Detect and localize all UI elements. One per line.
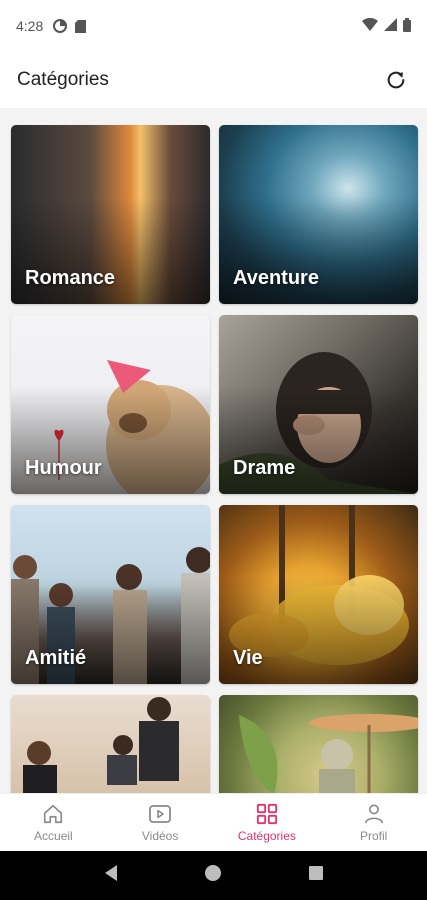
data-saver-icon — [53, 19, 68, 33]
status-time: 4:28 — [16, 18, 44, 34]
nav-item-accueil[interactable]: Accueil — [0, 794, 107, 851]
category-label: Humour — [25, 457, 102, 479]
sd-card-icon — [75, 19, 87, 33]
category-card-drame[interactable]: Drame — [219, 315, 418, 494]
family-illustration — [23, 697, 179, 793]
category-label: Amitié — [25, 647, 87, 669]
nav-item-categories[interactable]: Catégories — [214, 794, 321, 851]
category-card-vie[interactable]: Vie — [219, 505, 418, 684]
page-title: Catégories — [17, 69, 109, 90]
wifi-icon — [362, 17, 378, 34]
back-triangle-icon — [104, 865, 117, 881]
video-icon — [148, 802, 172, 826]
category-label: Romance — [25, 267, 116, 289]
fantasy-creature-illustration — [239, 714, 418, 793]
home-icon — [41, 802, 65, 826]
battery-icon — [403, 17, 411, 35]
bottom-navigation: Accueil Vidéos Catégories Profil — [0, 793, 427, 851]
category-card-romance[interactable]: Romance — [11, 125, 210, 304]
system-navigation-bar — [0, 851, 427, 900]
nav-item-label: Profil — [359, 829, 388, 843]
back-button[interactable] — [103, 864, 119, 887]
signal-icon — [384, 18, 397, 34]
person-icon — [362, 802, 386, 826]
nav-item-videos[interactable]: Vidéos — [107, 794, 214, 851]
recents-square-icon — [309, 866, 324, 880]
grid-icon — [255, 802, 279, 826]
category-label: Drame — [233, 457, 296, 479]
nav-item-profil[interactable]: Profil — [320, 794, 427, 851]
nav-item-label: Vidéos — [141, 829, 179, 843]
status-bar: 4:28 — [0, 0, 427, 52]
status-indicators — [362, 17, 411, 35]
category-card-amitie[interactable]: Amitié — [11, 505, 210, 684]
home-button[interactable] — [204, 864, 222, 887]
category-card-humour[interactable]: Humour — [11, 315, 210, 494]
category-label: Vie — [233, 647, 263, 669]
nav-item-label: Accueil — [34, 829, 73, 843]
category-card-fantasy[interactable] — [219, 695, 418, 793]
category-label: Aventure — [233, 267, 319, 289]
categories-grid-area: Romance Aventure Humour Drame Amitié Vie — [0, 108, 427, 793]
home-circle-icon — [205, 865, 222, 881]
category-card-family[interactable] — [11, 695, 210, 793]
nav-item-label: Catégories — [237, 829, 296, 843]
categories-grid: Romance Aventure Humour Drame Amitié Vie — [11, 125, 418, 793]
refresh-button[interactable] — [382, 66, 410, 94]
category-card-aventure[interactable]: Aventure — [219, 125, 418, 304]
recents-button[interactable] — [308, 865, 324, 886]
refresh-icon — [387, 71, 405, 89]
app-bar: Catégories — [0, 52, 427, 108]
